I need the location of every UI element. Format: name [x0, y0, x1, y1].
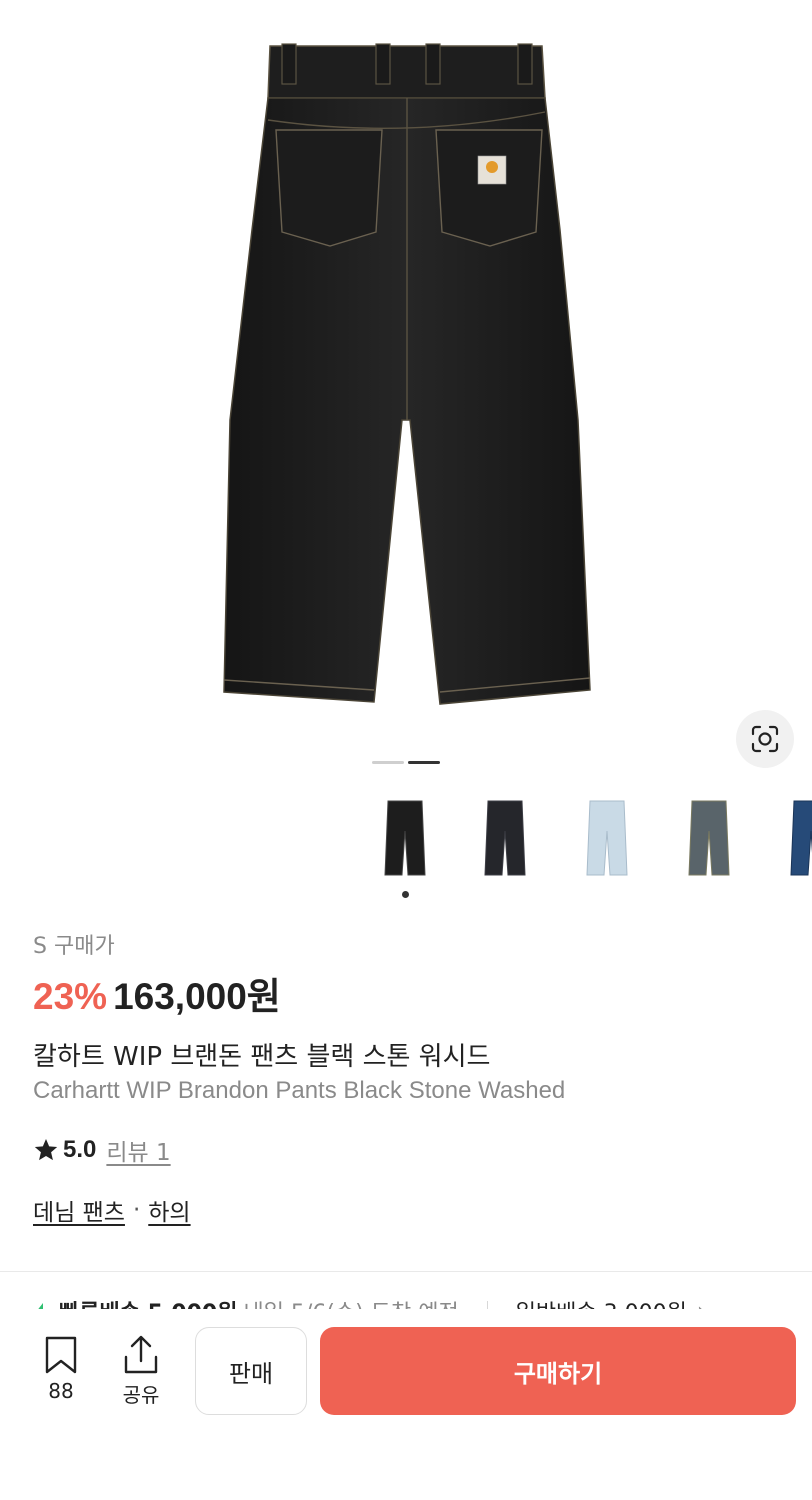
fast-delivery-label: 빠른배송 5,000원 [59, 1295, 237, 1309]
thumbnail-dark-rinsed[interactable] [460, 790, 550, 886]
product-title-korean: 칼하트 WIP 브랜돈 팬츠 블랙 스톤 워시드 [33, 1042, 491, 1072]
category-breadcrumb: 데님 팬츠 · 하의 [33, 1193, 191, 1227]
jeans-back-view [223, 43, 591, 705]
color-thumbnail-strip[interactable] [0, 790, 812, 890]
thumbnail-green-tint[interactable] [664, 790, 754, 886]
sell-button[interactable]: 판매 [195, 1327, 307, 1415]
lens-icon [751, 725, 779, 753]
jeans-thumbnail-icon [586, 800, 628, 876]
share-icon [124, 1335, 158, 1374]
indicator-segment-active [408, 761, 440, 764]
thumbnail-blue[interactable] [766, 790, 812, 886]
review-link[interactable]: 리뷰 1 [106, 1133, 170, 1167]
jeans-thumbnail-icon [384, 800, 426, 876]
category-separator: · [132, 1197, 141, 1223]
section-divider [0, 1271, 812, 1272]
parent-category-link[interactable]: 하의 [148, 1193, 190, 1227]
thumbnail-light-blue[interactable] [562, 790, 652, 886]
image-page-indicator [0, 761, 812, 765]
bottom-action-bar: 88 공유 판매 구매하기 [0, 1309, 812, 1500]
price-row: 23% 163,000원 [33, 966, 281, 1020]
bookmark-count: 88 [48, 1379, 74, 1403]
rating-value: 5.0 [63, 1136, 97, 1163]
buy-button[interactable]: 구매하기 [320, 1327, 796, 1415]
product-title-english: Carhartt WIP Brandon Pants Black Stone W… [33, 1077, 566, 1104]
product-image[interactable] [0, 0, 812, 790]
thumbnail-black-stone-washed[interactable] [360, 790, 450, 886]
bookmark-icon [45, 1336, 77, 1374]
discount-rate: 23% [33, 976, 108, 1017]
lightning-icon [38, 1303, 48, 1309]
jeans-thumbnail-icon [484, 800, 526, 876]
delivery-separator [486, 1301, 488, 1309]
bookmark-button[interactable]: 88 [38, 1335, 84, 1403]
star-icon [34, 1138, 58, 1161]
size-price-label: S 구매가 [33, 934, 115, 959]
chevron-right-icon: › [697, 1299, 706, 1310]
fast-delivery-date: 내일 5/6(수) 도착 예정 [243, 1295, 458, 1309]
jeans-thumbnail-icon [688, 800, 730, 876]
category-link[interactable]: 데님 팬츠 [33, 1193, 125, 1227]
price: 163,000원 [113, 976, 281, 1017]
rating-row: 5.0 리뷰 1 [33, 1133, 171, 1167]
share-button[interactable]: 공유 [118, 1335, 164, 1408]
image-search-button[interactable] [736, 710, 794, 768]
share-label: 공유 [122, 1383, 160, 1407]
jeans-thumbnail-icon [790, 800, 812, 876]
normal-delivery-label: 일반배송 3,000원 [516, 1295, 687, 1309]
indicator-segment [372, 761, 404, 764]
delivery-options[interactable]: 빠른배송 5,000원 내일 5/6(수) 도착 예정 일반배송 3,000원 … [0, 1291, 812, 1309]
selected-thumbnail-dot [402, 891, 409, 898]
